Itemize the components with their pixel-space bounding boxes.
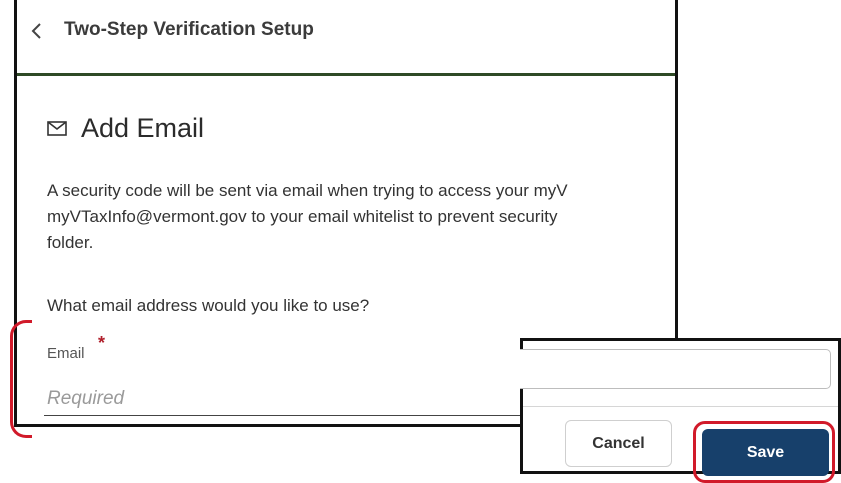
highlight-bracket xyxy=(10,320,32,438)
divider xyxy=(523,406,838,407)
description-text: A security code will be sent via email w… xyxy=(47,181,568,252)
mail-icon xyxy=(47,121,67,136)
required-marker: * xyxy=(98,333,106,353)
page-header: Two-Step Verification Setup xyxy=(17,0,675,76)
section-heading: Add Email xyxy=(47,113,204,144)
email-question: What email address would you like to use… xyxy=(47,296,370,315)
chevron-left-icon[interactable] xyxy=(29,21,43,41)
dialog-actions-inset: Cancel Save xyxy=(520,338,841,483)
save-button[interactable]: Save xyxy=(702,429,829,476)
email-label: Email xyxy=(47,345,85,362)
page-title: Two-Step Verification Setup xyxy=(64,19,314,40)
inset-input-field[interactable] xyxy=(520,349,831,389)
section-title: Add Email xyxy=(81,113,205,143)
cancel-button[interactable]: Cancel xyxy=(565,420,672,467)
